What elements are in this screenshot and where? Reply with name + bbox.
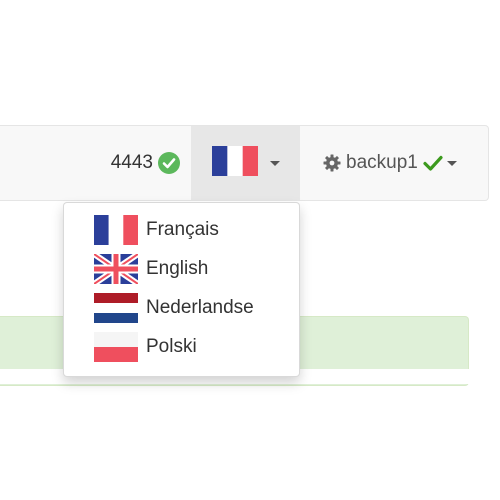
server-count: 4443 [110,152,153,173]
language-option-polish[interactable]: Polski [64,329,299,365]
chevron-down-icon [269,160,280,166]
language-option-french[interactable]: Français [64,212,299,248]
checkmark-icon [423,155,443,171]
chevron-down-icon [446,160,457,166]
server-count-item[interactable]: 4443 [84,126,188,200]
language-option-label: Français [146,219,219,240]
language-option-label: English [146,258,209,279]
language-option-label: Nederlandse [146,297,254,318]
language-dropdown-menu: Français English Nederlandse Polski [63,202,300,377]
france-flag-icon [211,145,258,181]
gear-icon [323,154,341,172]
language-option-dutch[interactable]: Nederlandse [64,290,299,326]
language-dropdown-toggle[interactable] [191,126,300,200]
top-navbar: 4443 backup1 [0,125,489,201]
language-option-english[interactable]: English [64,251,299,287]
france-flag-icon [94,215,138,245]
backup-menu-toggle[interactable]: backup1 [303,126,483,200]
uk-flag-icon [94,254,138,284]
language-option-label: Polski [146,336,197,357]
backup-label: backup1 [346,152,418,173]
poland-flag-icon [94,332,138,362]
netherlands-flag-icon [94,293,138,323]
check-circle-icon [158,152,180,174]
